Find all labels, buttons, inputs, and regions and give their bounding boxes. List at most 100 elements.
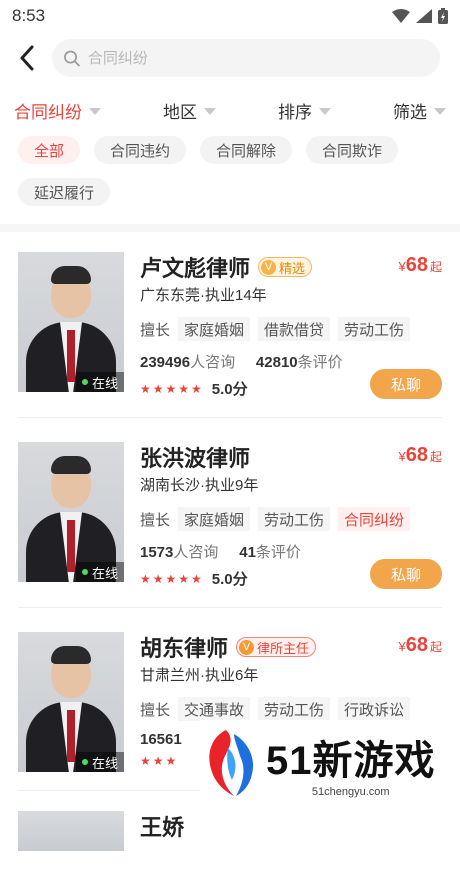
rating-score: 5.0分 bbox=[211, 571, 248, 588]
specialty-tag: 劳动工伤 bbox=[258, 507, 331, 531]
v-icon: V bbox=[261, 259, 277, 275]
dropdown-arrow-icon bbox=[204, 107, 216, 115]
star-rating-icon: ★★★★★ bbox=[140, 571, 204, 586]
price-symbol: ¥ bbox=[398, 449, 406, 464]
lawyer-photo: 在线 bbox=[18, 632, 124, 772]
chip-all[interactable]: 全部 bbox=[18, 136, 81, 164]
status-time: 8:53 bbox=[12, 6, 46, 25]
lawyer-photo: 在线 bbox=[18, 442, 124, 582]
dropdown-arrow-icon bbox=[319, 107, 331, 115]
badge-label: 律所主任 bbox=[257, 640, 310, 656]
watermark-logo-icon bbox=[204, 728, 258, 798]
price: ¥68 起 bbox=[399, 254, 443, 277]
price-value: 68 bbox=[405, 634, 428, 656]
chevron-left-icon bbox=[20, 45, 34, 71]
filter-category-label: 合同纠纷 bbox=[14, 102, 82, 122]
online-dot-icon bbox=[81, 569, 88, 575]
review-count: 42810 bbox=[255, 354, 298, 371]
specialty-tag: 借款借贷 bbox=[258, 317, 331, 341]
section-divider bbox=[0, 224, 460, 232]
chip-termination[interactable]: 合同解除 bbox=[200, 136, 293, 164]
dropdown-arrow-icon bbox=[434, 107, 446, 115]
specialty-tags: 擅长 交通事故 劳动工伤 行政诉讼 bbox=[140, 697, 442, 721]
status-icons bbox=[392, 8, 448, 24]
price-value: 68 bbox=[405, 254, 428, 276]
star-rating-icon: ★★★ bbox=[140, 754, 179, 768]
filter-region[interactable]: 地区 bbox=[163, 98, 216, 123]
review-label: 条评价 bbox=[255, 544, 301, 561]
lawyer-name: 卢文彪律师 bbox=[140, 256, 251, 281]
specialty-tag: 劳动工伤 bbox=[258, 697, 331, 721]
dropdown-arrow-icon bbox=[89, 107, 101, 115]
director-badge: V 律所主任 bbox=[236, 637, 317, 657]
specialty-tags: 擅长 家庭婚姻 劳动工伤 合同纠纷 bbox=[140, 507, 442, 531]
watermark-title: 51新游戏 bbox=[266, 739, 436, 783]
lawyer-name: 胡东律师 bbox=[140, 636, 229, 661]
lawyer-info: 卢文彪律师 V 精选 ¥68 起 广东东莞·执业14年 擅长 家庭婚姻 借款借贷 劳… bbox=[140, 252, 442, 399]
watermark-url: 51chengyu.com bbox=[311, 786, 390, 798]
price-symbol: ¥ bbox=[398, 639, 406, 654]
online-dot-icon bbox=[81, 379, 88, 385]
filter-category[interactable]: 合同纠纷 bbox=[14, 98, 101, 123]
chip-fraud[interactable]: 合同欺诈 bbox=[306, 136, 399, 164]
online-dot-icon bbox=[81, 759, 88, 765]
rating-score: 5.0分 bbox=[211, 381, 248, 398]
price-unit: 起 bbox=[429, 450, 442, 464]
consult-label: 人咨询 bbox=[173, 544, 219, 561]
watermark: 51新游戏 51chengyu.com bbox=[200, 720, 450, 806]
search-bar[interactable] bbox=[52, 39, 440, 77]
lawyer-card[interactable]: 在线 卢文彪律师 V 精选 ¥68 起 广东东莞·执业14年 擅长 家庭婚姻 借款借… bbox=[0, 232, 460, 417]
online-label: 在线 bbox=[91, 375, 118, 391]
top-bar bbox=[0, 32, 460, 84]
online-badge: 在线 bbox=[75, 562, 124, 582]
filter-screen-label: 筛选 bbox=[393, 102, 427, 122]
consult-count: 16561 bbox=[140, 731, 182, 748]
star-rating-icon: ★★★★★ bbox=[140, 381, 204, 396]
lawyer-name: 张洪波律师 bbox=[140, 446, 251, 471]
consult-count: 1573 bbox=[140, 544, 174, 561]
lawyer-card[interactable]: 在线 张洪波律师 ¥68 起 湖南长沙·执业9年 擅长 家庭婚姻 劳动工伤 合同纠… bbox=[18, 417, 442, 607]
consult-label: 人咨询 bbox=[190, 354, 236, 371]
online-badge: 在线 bbox=[75, 372, 124, 392]
search-icon bbox=[64, 50, 80, 66]
lawyer-photo: 在线 bbox=[18, 252, 124, 392]
lawyer-info: 王娇 bbox=[140, 811, 442, 851]
filter-sort-label: 排序 bbox=[278, 102, 312, 122]
filter-bar: 合同纠纷 地区 排序 筛选 bbox=[0, 84, 460, 136]
back-button[interactable] bbox=[12, 43, 42, 73]
price-unit: 起 bbox=[429, 260, 442, 274]
review-count: 41 bbox=[239, 544, 256, 561]
price-symbol: ¥ bbox=[398, 259, 406, 274]
watermark-text: 51新游戏 51chengyu.com bbox=[266, 728, 436, 798]
private-chat-button[interactable]: 私聊 bbox=[370, 559, 442, 589]
battery-icon bbox=[438, 8, 448, 24]
chip-breach[interactable]: 合同违约 bbox=[94, 136, 187, 164]
specialty-tag: 家庭婚姻 bbox=[178, 507, 251, 531]
price: ¥68 起 bbox=[399, 444, 443, 467]
filter-screen[interactable]: 筛选 bbox=[393, 98, 446, 123]
specialty-tag: 家庭婚姻 bbox=[178, 317, 251, 341]
subcategory-chips: 全部 合同违约 合同解除 合同欺诈 延迟履行 bbox=[0, 136, 460, 224]
price-value: 68 bbox=[405, 444, 428, 466]
specialty-label: 擅长 bbox=[140, 511, 171, 529]
filter-sort[interactable]: 排序 bbox=[278, 98, 331, 123]
lawyer-photo bbox=[18, 811, 124, 851]
filter-region-label: 地区 bbox=[163, 102, 197, 122]
consult-count: 239496 bbox=[140, 354, 191, 371]
specialty-tag-highlighted: 合同纠纷 bbox=[338, 507, 411, 531]
badge-label: 精选 bbox=[279, 260, 306, 276]
price-unit: 起 bbox=[429, 640, 442, 654]
review-label: 条评价 bbox=[297, 354, 343, 371]
lawyer-location: 广东东莞·执业14年 bbox=[140, 287, 267, 304]
lawyer-location: 湖南长沙·执业9年 bbox=[140, 477, 259, 494]
v-icon: V bbox=[239, 639, 255, 655]
search-input[interactable] bbox=[87, 49, 428, 67]
specialty-tag: 劳动工伤 bbox=[338, 317, 411, 341]
specialty-label: 擅长 bbox=[140, 701, 171, 719]
lawyer-location: 甘肃兰州·执业6年 bbox=[140, 667, 259, 684]
private-chat-button[interactable]: 私聊 bbox=[370, 369, 442, 399]
specialty-label: 擅长 bbox=[140, 321, 171, 339]
lawyer-name: 王娇 bbox=[140, 815, 185, 840]
signal-icon bbox=[416, 9, 432, 23]
chip-delayed[interactable]: 延迟履行 bbox=[18, 178, 111, 206]
